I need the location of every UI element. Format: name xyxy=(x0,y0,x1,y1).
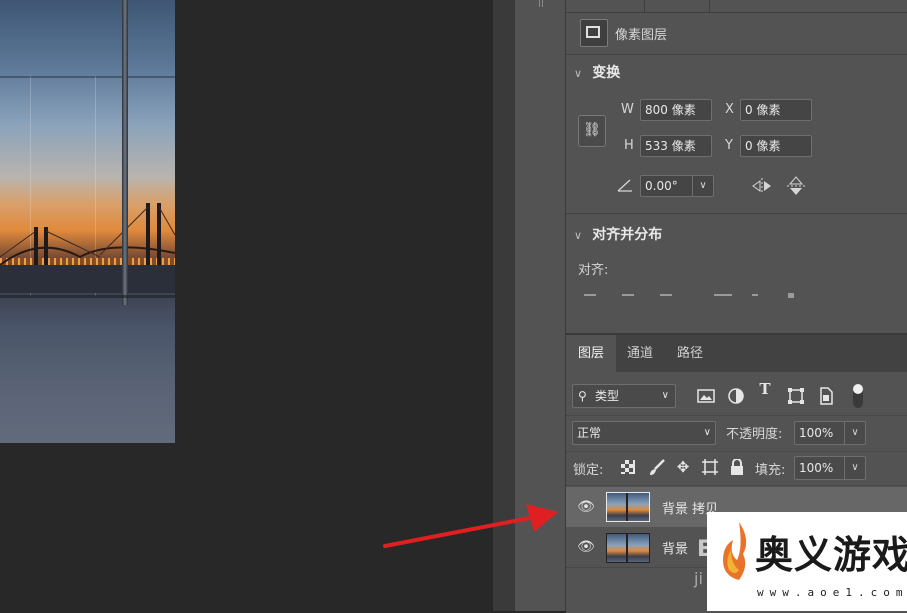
window-mullion xyxy=(122,0,128,305)
align-vertical-centers-icon[interactable] xyxy=(752,294,758,296)
document-image[interactable] xyxy=(0,0,175,443)
opacity-label: 不透明度: xyxy=(726,427,783,442)
width-label: W xyxy=(621,102,634,117)
fill-value: 100% xyxy=(799,461,834,475)
lock-image-pixels-icon[interactable] xyxy=(648,458,666,476)
layer-thumbnail xyxy=(606,533,650,563)
chevron-down-icon[interactable]: ∨ xyxy=(844,457,865,479)
tab-layers[interactable]: 图层 xyxy=(566,335,616,372)
transform-section-toggle[interactable]: ∨ 变换 xyxy=(574,62,620,82)
lock-artboard-icon[interactable] xyxy=(701,458,719,476)
layers-tab-bar: 图层 通道 路径 xyxy=(566,335,907,372)
filter-toggle-switch[interactable] xyxy=(851,382,865,410)
lock-position-icon[interactable]: ✥ xyxy=(673,457,693,477)
align-title: 对齐并分布 xyxy=(592,227,663,243)
divider xyxy=(566,415,907,416)
divider xyxy=(566,54,907,55)
window-frame xyxy=(0,76,175,78)
height-field[interactable]: 533 像素 xyxy=(640,135,712,157)
x-label: X xyxy=(725,102,734,117)
divider xyxy=(566,485,907,486)
lock-label: 锁定: xyxy=(573,463,604,478)
opacity-value: 100% xyxy=(799,426,834,440)
lock-transparent-pixels-icon[interactable] xyxy=(621,460,635,474)
layer-filter-value: 类型 xyxy=(595,389,620,403)
bridge-silhouette xyxy=(0,203,175,293)
y-label: Y xyxy=(725,138,733,153)
y-field[interactable]: 0 像素 xyxy=(740,135,812,157)
align-top-edges-icon[interactable] xyxy=(714,294,732,296)
layer-name[interactable]: 背景 xyxy=(662,538,688,557)
eye-visibility-icon[interactable]: 👁 xyxy=(576,497,596,517)
chevron-down-icon: ∨ xyxy=(703,427,711,438)
properties-panel: 像素图层 ∨ 变换 ⛓ W 800 像素 X 0 像素 H 533 像素 Y 0… xyxy=(566,0,907,333)
watermark-ghost-text: ji xyxy=(694,569,703,588)
blend-mode-select[interactable]: 正常 ∨ xyxy=(572,421,716,445)
link-dimensions-button[interactable]: ⛓ xyxy=(578,115,606,147)
angle-field[interactable]: 0.00° ∨ xyxy=(640,175,714,197)
watermark-text: 奥义游戏网 xyxy=(755,532,907,577)
properties-tab-strip xyxy=(566,0,907,13)
blend-mode-value: 正常 xyxy=(577,426,602,440)
divider xyxy=(566,451,907,452)
type-filter-icon[interactable]: T xyxy=(755,379,775,399)
pixel-filter-icon[interactable] xyxy=(697,388,715,404)
layer-filter-select[interactable]: ⚲ 类型 ∨ xyxy=(572,384,676,408)
tab-channels[interactable]: 通道 xyxy=(616,335,664,372)
chain-link-icon: ⛓ xyxy=(583,122,601,138)
align-section-toggle[interactable]: ∨ 对齐并分布 xyxy=(574,224,662,244)
layer-kind-label: 像素图层 xyxy=(615,28,668,43)
window-sill xyxy=(0,295,175,298)
fill-label: 填充: xyxy=(755,463,786,478)
width-field[interactable]: 800 像素 xyxy=(640,99,712,121)
pixel-layer-icon xyxy=(580,19,608,47)
align-horizontal-centers-icon[interactable] xyxy=(622,294,634,296)
chevron-down-icon: ∨ xyxy=(574,229,583,242)
angle-value: 0.00° xyxy=(645,179,678,193)
tab-paths[interactable]: 路径 xyxy=(666,335,714,372)
layer-thumbnail xyxy=(606,492,650,522)
flip-horizontal-icon[interactable] xyxy=(751,177,773,195)
adjustment-filter-icon[interactable] xyxy=(727,387,745,405)
tab-divider xyxy=(644,0,645,12)
shape-filter-icon[interactable] xyxy=(787,387,805,405)
grip-icon[interactable]: || xyxy=(538,0,544,8)
opacity-field[interactable]: 100% ∨ xyxy=(794,421,866,445)
chevron-down-icon[interactable]: ∨ xyxy=(844,422,865,444)
align-bottom-edges-icon[interactable] xyxy=(788,293,794,298)
flame-logo-icon xyxy=(723,522,747,580)
smart-object-filter-icon[interactable] xyxy=(818,387,834,405)
x-field[interactable]: 0 像素 xyxy=(740,99,812,121)
tab-divider xyxy=(709,0,710,12)
chevron-down-icon[interactable]: ∨ xyxy=(692,176,713,196)
watermark-url: www.aoe1.com xyxy=(757,586,907,599)
eye-visibility-icon[interactable]: 👁 xyxy=(576,537,596,557)
align-left-edges-icon[interactable] xyxy=(584,294,596,296)
height-label: H xyxy=(624,138,634,153)
transform-title: 变换 xyxy=(592,65,621,81)
lock-all-icon[interactable] xyxy=(730,459,744,475)
chevron-down-icon: ∨ xyxy=(661,390,669,401)
align-right-edges-icon[interactable] xyxy=(660,294,672,296)
search-icon: ⚲ xyxy=(578,389,587,403)
site-watermark: 奥义游戏网 www.aoe1.com xyxy=(707,512,907,611)
flip-vertical-icon[interactable] xyxy=(786,175,806,197)
annotation-arrow xyxy=(383,504,558,548)
angle-icon xyxy=(617,179,632,192)
divider xyxy=(566,213,907,214)
align-label: 对齐: xyxy=(578,263,609,278)
fill-field[interactable]: 100% ∨ xyxy=(794,456,866,480)
chevron-down-icon: ∨ xyxy=(574,67,583,80)
